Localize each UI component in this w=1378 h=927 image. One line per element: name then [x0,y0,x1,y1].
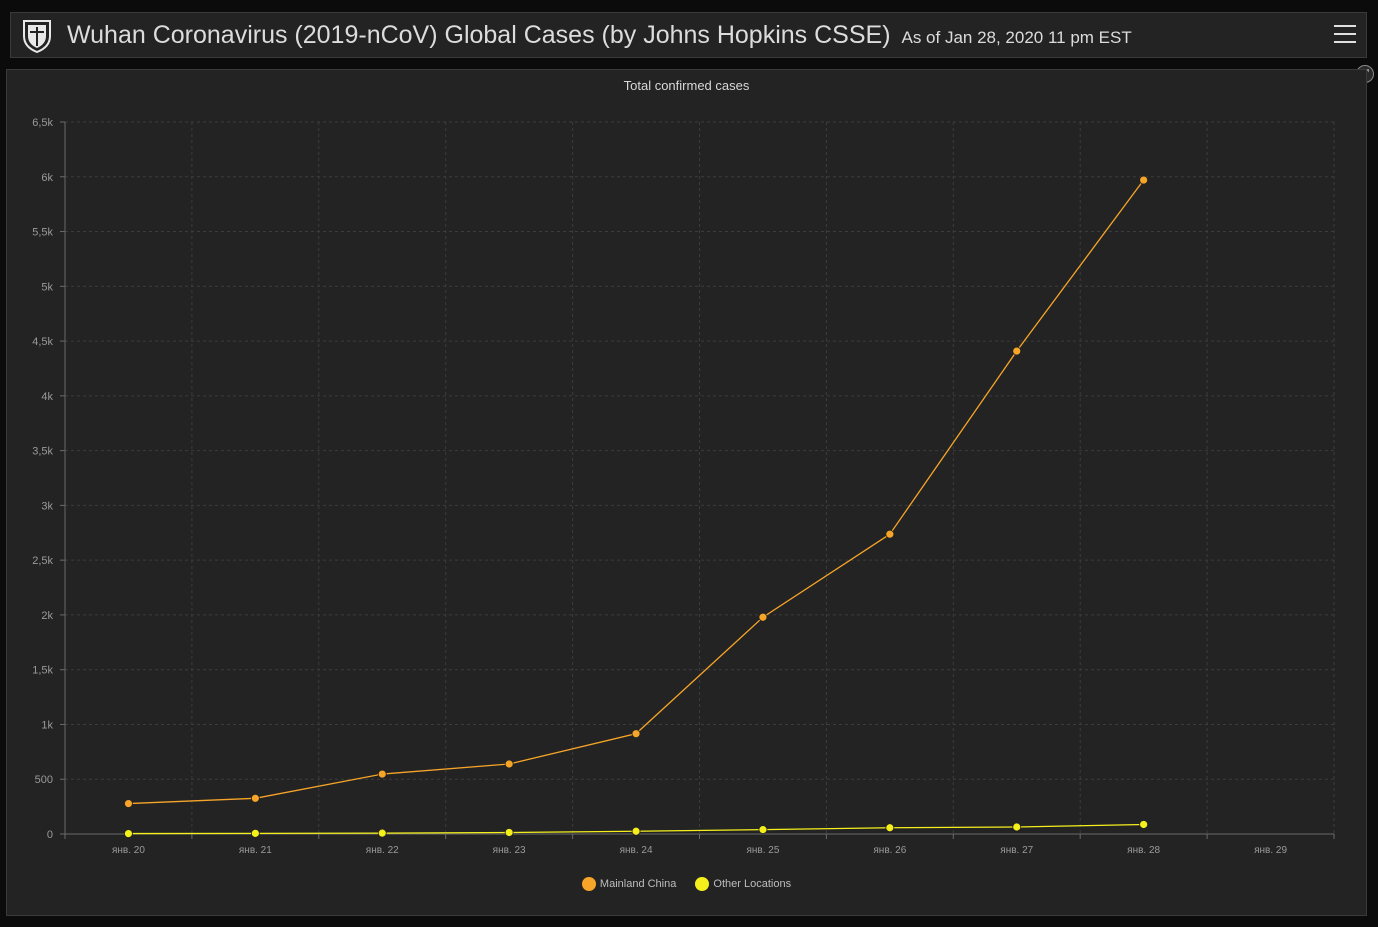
data-point-other-locations [1139,820,1149,829]
x-tick-label: янв. 20 [112,845,145,856]
line-chart: 0 500 1k 1,5k 2k 2,5k 3k 3,5k 4k 4,5k 5k 5,5k 6k 6,5k… [32,117,1335,856]
y-tick-label: 6,5k [32,117,53,129]
legend-marker-mainland-china [581,877,596,891]
legend-item-mainland-china[interactable]: Mainland China [581,877,677,891]
legend-item-other-locations[interactable]: Other Locations [695,877,791,891]
y-tick-label: 1k [41,719,53,731]
data-point-mainland-china [885,529,895,539]
data-point-other-locations [250,828,260,838]
data-point-mainland-china [1139,175,1149,185]
legend-label-other-locations: Other Locations [713,878,792,890]
y-tick-label: 6k [41,172,53,184]
as-of-timestamp: As of Jan 28, 2020 11 pm EST [901,28,1132,47]
series-line-mainland-china [128,179,1145,805]
x-tick-label: янв. 27 [1000,845,1033,856]
data-point-mainland-china [758,612,768,622]
x-tick-label: янв. 26 [873,845,906,856]
chart-legend: Mainland China Other Locations [7,877,1366,891]
page-title: Wuhan Coronavirus (2019-nCoV) Global Cas… [67,21,1132,50]
y-tick-label: 0 [47,829,53,841]
legend-label-mainland-china: Mainland China [599,878,677,890]
y-tick-label: 2,5k [32,555,53,567]
data-point-other-locations [885,823,895,833]
data-point-mainland-china [250,793,260,803]
hamburger-menu-icon[interactable] [1334,25,1356,45]
data-point-mainland-china [1012,346,1022,356]
x-tick-label: янв. 25 [746,845,779,856]
data-point-mainland-china [124,799,133,808]
y-tick-label: 1,5k [32,665,53,677]
title-text: Wuhan Coronavirus (2019-nCoV) Global Cas… [67,21,891,49]
y-tick-label: 500 [35,774,53,786]
data-point-other-locations [631,826,641,836]
y-tick-label: 4,5k [32,336,53,348]
x-tick-label: янв. 23 [493,845,526,856]
x-tick-label: янв. 22 [366,845,399,856]
x-tick-label: янв. 21 [239,845,272,856]
data-point-mainland-china [631,729,641,739]
data-point-other-locations [377,828,387,838]
y-tick-label: 3k [41,500,53,512]
university-shield-icon [23,20,51,54]
legend-marker-other-locations [695,877,710,891]
app-header: Wuhan Coronavirus (2019-nCoV) Global Cas… [10,12,1367,58]
y-tick-label: 5k [41,281,53,293]
data-point-other-locations [758,825,768,835]
x-tick-label: янв. 29 [1254,845,1287,856]
y-tick-label: 5,5k [32,227,53,239]
data-point-other-locations [124,829,133,838]
y-tick-label: 2k [41,610,53,622]
x-tick-label: янв. 28 [1127,845,1160,856]
y-tick-label: 4k [41,391,53,403]
data-point-other-locations [504,828,514,837]
chart-panel: Total confirmed cases 0 500 1k 1,5k 2k 2,5k 3k… [6,69,1367,916]
y-tick-label: 3,5k [32,446,53,458]
data-point-mainland-china [504,759,514,769]
x-tick-label: янв. 24 [620,845,653,856]
data-point-mainland-china [377,769,387,779]
data-point-other-locations [1012,822,1022,832]
